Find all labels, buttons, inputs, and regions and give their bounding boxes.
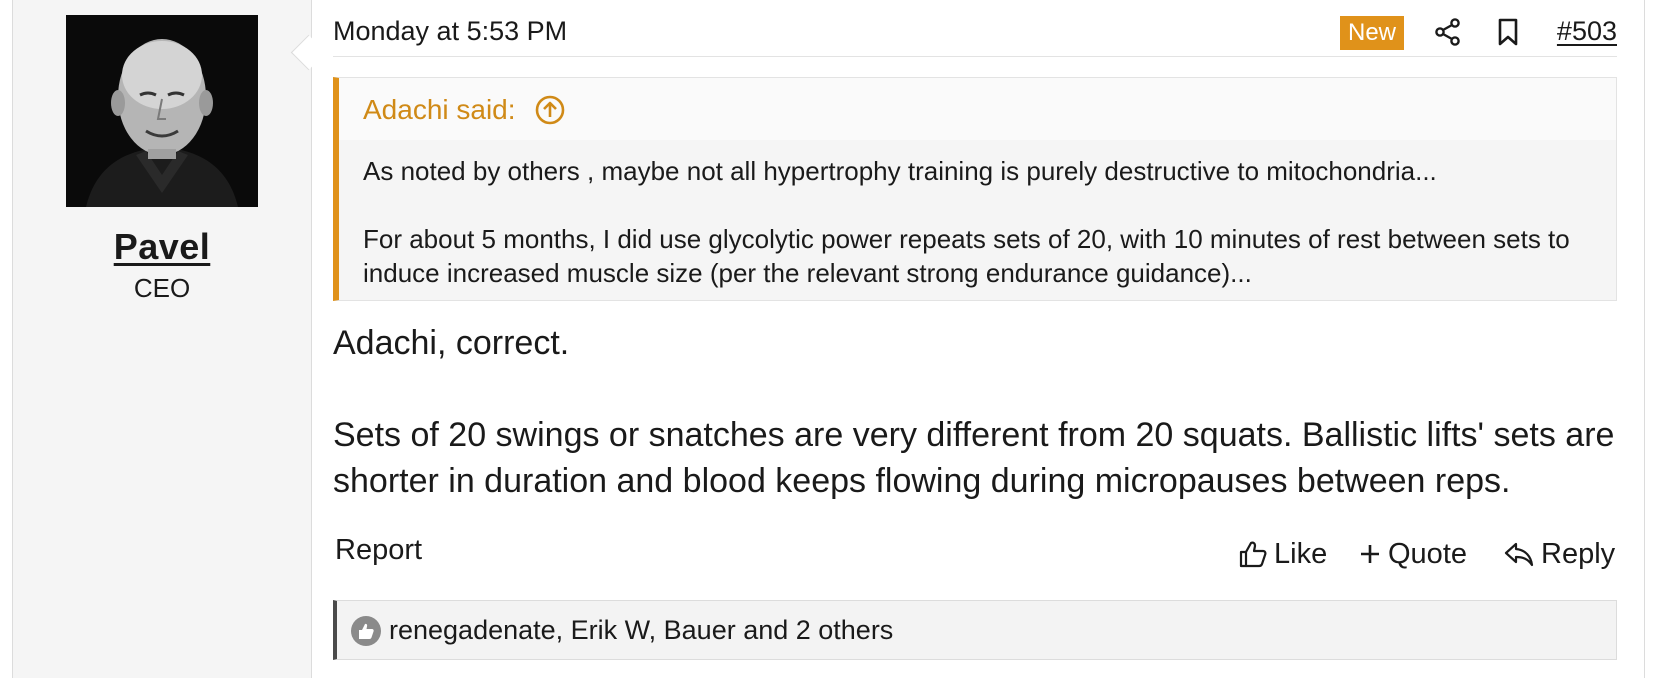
reactions-bar[interactable]: renegadenate, Erik W, Bauer and 2 others <box>333 600 1617 660</box>
like-icon <box>1239 541 1267 568</box>
post-body: Adachi, correct. Sets of 20 swings or sn… <box>333 320 1617 504</box>
quote-header: Adachi said: <box>339 78 1616 140</box>
report-button[interactable]: Report <box>335 534 422 567</box>
avatar-photo <box>66 15 258 207</box>
quote-block: Adachi said: As noted by others , maybe … <box>333 77 1617 301</box>
like-label: Like <box>1274 537 1328 570</box>
page-right-border <box>1644 0 1659 678</box>
post-actions: Report Like Quote Reply <box>333 534 1617 574</box>
page-left-border <box>0 0 13 678</box>
quote-content: As noted by others , maybe not all hyper… <box>363 154 1598 290</box>
user-panel: Pavel CEO <box>13 0 312 678</box>
reply-button[interactable]: Reply <box>1503 534 1615 574</box>
post-header: Monday at 5:53 PM New #503 <box>333 0 1617 57</box>
quote-paragraph: As noted by others , maybe not all hyper… <box>363 156 1437 186</box>
quote-jump-icon[interactable] <box>534 94 566 126</box>
reaction-like-icon <box>351 616 381 646</box>
avatar[interactable] <box>66 15 258 207</box>
like-button[interactable]: Like <box>1238 534 1327 574</box>
quote-label: Quote <box>1388 537 1467 570</box>
plus-icon <box>1361 545 1379 563</box>
post-number-link[interactable]: #503 <box>1557 16 1617 47</box>
post-paragraph: Adachi, correct. <box>333 324 570 362</box>
reply-label: Reply <box>1541 537 1616 570</box>
bookmark-icon[interactable] <box>1493 17 1523 47</box>
user-title: CEO <box>133 273 191 303</box>
reply-icon <box>1504 542 1534 567</box>
reactions-list[interactable]: renegadenate, Erik W, Bauer and 2 others <box>389 615 893 646</box>
username-link[interactable]: Pavel <box>13 226 311 268</box>
quote-paragraph: For about 5 months, I did use glycolytic… <box>363 224 1570 288</box>
share-icon[interactable] <box>1433 17 1463 47</box>
new-badge: New <box>1340 16 1405 50</box>
quote-button[interactable]: Quote <box>1358 534 1467 574</box>
post-paragraph: Sets of 20 swings or snatches are very d… <box>333 416 1615 500</box>
quote-author[interactable]: Adachi said: <box>363 94 516 126</box>
post-date[interactable]: Monday at 5:53 PM <box>333 16 567 47</box>
